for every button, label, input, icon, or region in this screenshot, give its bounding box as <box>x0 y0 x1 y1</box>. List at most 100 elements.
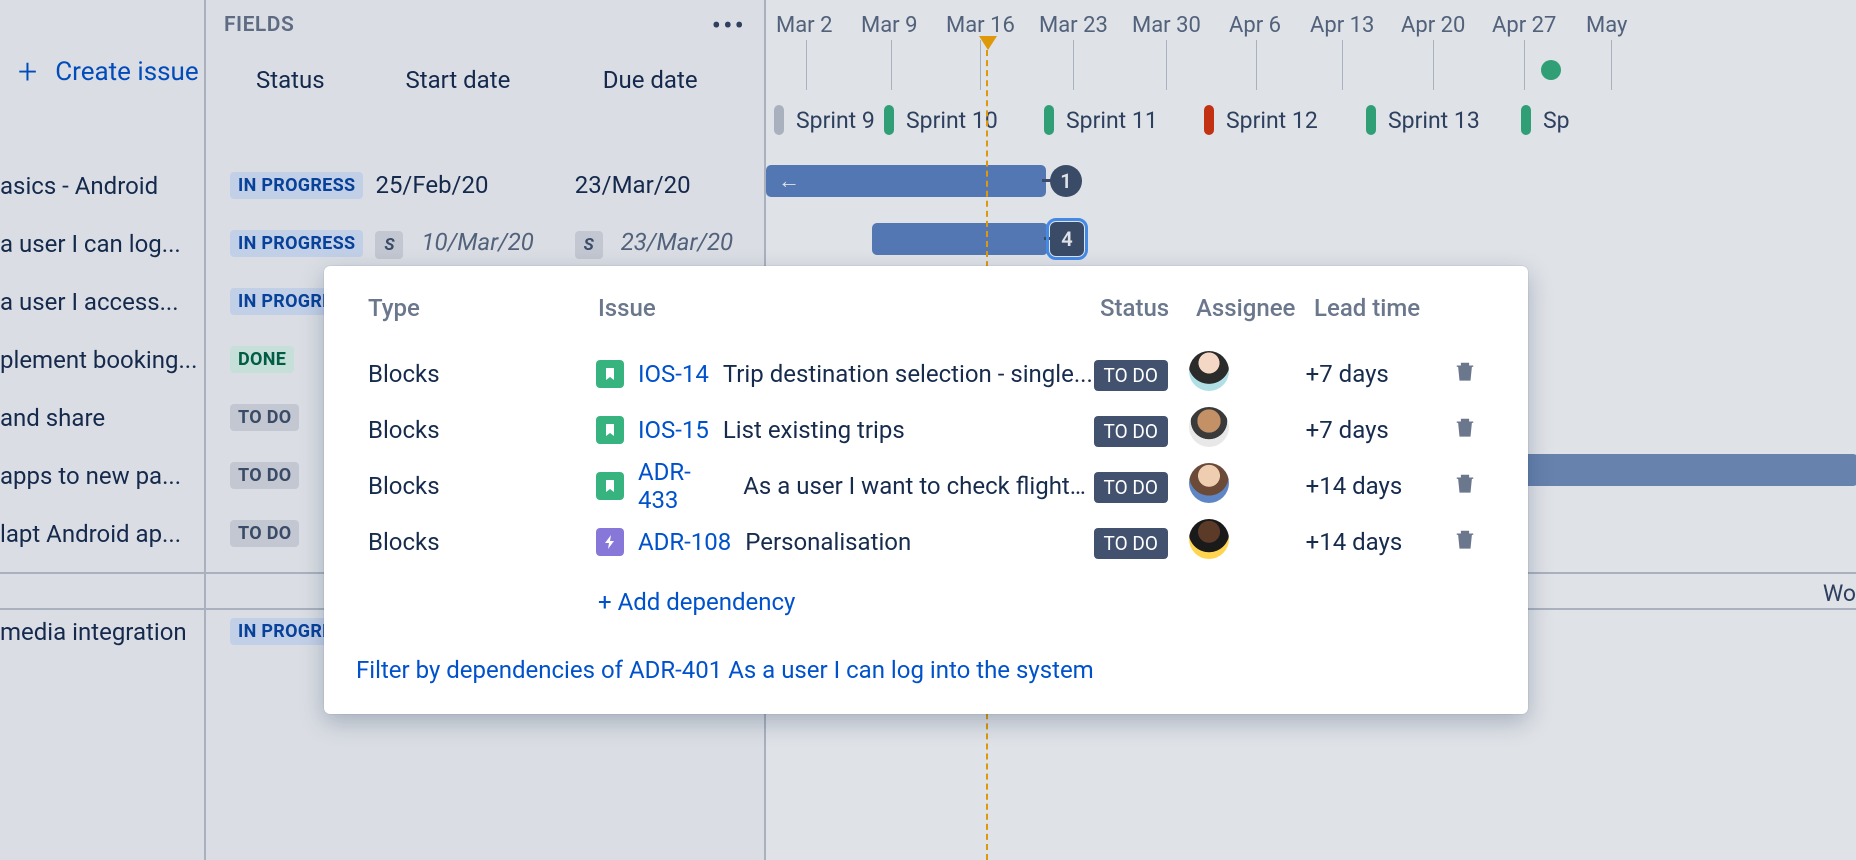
gantt-row: ← 1 <box>766 165 1856 205</box>
dependency-count-badge[interactable]: 1 <box>1050 165 1082 197</box>
dependency-issue[interactable]: IOS-14 Trip destination selection - sing… <box>596 360 1094 388</box>
issue-summary: As a user I want to check flights... <box>743 472 1093 500</box>
popup-header-issue: Issue <box>598 294 1100 322</box>
status-badge[interactable]: TO DO <box>230 520 299 547</box>
issue-row[interactable]: asics - Android <box>0 156 204 214</box>
dependency-count-badge[interactable]: 4 <box>1050 222 1084 256</box>
sprint-label[interactable]: Sprint 11 <box>1044 100 1158 140</box>
filter-by-dependencies-link[interactable]: Filter by dependencies of ADR-401 As a u… <box>356 656 1484 684</box>
date-tick: Apr 13 <box>1310 13 1374 38</box>
delete-dependency-button[interactable] <box>1454 360 1484 388</box>
field-row: IN PROGRESS S10/Mar/20 S23/Mar/20 <box>206 214 764 272</box>
story-icon <box>596 472 624 500</box>
dependency-row: Blocks ADR-433 As a user I want to check… <box>368 458 1484 514</box>
dependency-issue[interactable]: ADR-433 As a user I want to check flight… <box>596 458 1094 514</box>
column-header-start[interactable]: Start date <box>375 66 574 94</box>
sprint-label[interactable]: Sprint 9 <box>774 100 875 140</box>
dependency-assignee[interactable] <box>1189 519 1306 565</box>
dependency-assignee[interactable] <box>1189 463 1306 509</box>
issue-row[interactable]: apps to new pa... <box>0 446 204 504</box>
status-badge[interactable]: TO DO <box>1094 528 1168 559</box>
due-date-cell[interactable]: S23/Mar/20 <box>575 228 764 259</box>
issue-row[interactable]: a user I access... <box>0 272 204 330</box>
popup-header-status: Status <box>1100 294 1196 322</box>
avatar <box>1189 463 1229 503</box>
popup-header-lead: Lead time <box>1314 294 1464 322</box>
date-tick: Mar 16 <box>946 13 1015 38</box>
column-header-due[interactable]: Due date <box>575 66 764 94</box>
status-badge[interactable]: DONE <box>230 346 294 373</box>
timeline-date-header: Mar 2 Mar 9 Mar 16 Mar 23 Mar 30 Apr 6 A… <box>766 0 1856 40</box>
issue-row[interactable]: lapt Android ap... <box>0 504 204 562</box>
issue-key[interactable]: IOS-14 <box>638 360 709 388</box>
issue-summary: Trip destination selection - single... <box>723 360 1093 388</box>
date-tick: Mar 23 <box>1039 13 1108 38</box>
dependency-issue[interactable]: IOS-15 List existing trips <box>596 416 1094 444</box>
column-header-status[interactable]: Status <box>206 66 375 94</box>
sprint-status-icon <box>884 105 894 135</box>
sprint-label[interactable]: Sprint 10 <box>884 100 998 140</box>
story-icon <box>596 360 624 388</box>
dependency-assignee[interactable] <box>1189 351 1306 397</box>
today-marker-icon <box>979 36 997 50</box>
sprint-label[interactable]: Sp <box>1521 100 1570 140</box>
dependency-type[interactable]: Blocks <box>368 360 596 388</box>
delete-dependency-button[interactable] <box>1454 472 1484 500</box>
status-badge[interactable]: TO DO <box>1094 416 1168 447</box>
gantt-bar[interactable]: ← 1 <box>766 165 1046 197</box>
dependency-type[interactable]: Blocks <box>368 528 596 556</box>
dependencies-popup: Type Issue Status Assignee Lead time Blo… <box>324 266 1528 714</box>
date-tick: Apr 27 <box>1492 13 1556 38</box>
dependency-row: Blocks IOS-14 Trip destination selection… <box>368 346 1484 402</box>
status-badge[interactable]: IN PROGRESS <box>230 230 363 257</box>
field-row: IN PROGRESS 25/Feb/20 23/Mar/20 <box>206 156 764 214</box>
create-issue-label: Create issue <box>55 57 198 87</box>
status-badge[interactable]: TO DO <box>230 462 299 489</box>
create-issue-button[interactable]: + Create issue <box>0 0 204 96</box>
date-tick: Apr 20 <box>1401 13 1465 38</box>
dependency-row: Blocks IOS-15 List existing trips TO DO … <box>368 402 1484 458</box>
issue-row[interactable]: and share <box>0 388 204 446</box>
due-date-cell[interactable]: 23/Mar/20 <box>575 171 764 199</box>
dependency-type[interactable]: Blocks <box>368 472 596 500</box>
issue-key[interactable]: IOS-15 <box>638 416 709 444</box>
sprint-label[interactable]: Sprint 12 <box>1204 100 1318 140</box>
fields-header-title: FIELDS <box>224 13 294 37</box>
status-badge[interactable]: TO DO <box>1094 472 1168 503</box>
start-date-cell[interactable]: S10/Mar/20 <box>375 228 574 259</box>
start-date-cell[interactable]: 25/Feb/20 <box>375 171 574 199</box>
dependency-type[interactable]: Blocks <box>368 416 596 444</box>
issue-row[interactable]: media integration <box>0 602 204 660</box>
issue-key[interactable]: ADR-108 <box>638 528 731 556</box>
gantt-row: 4 <box>766 223 1856 263</box>
more-icon[interactable]: ••• <box>712 9 746 42</box>
sprint-status-icon <box>774 105 784 135</box>
issue-row[interactable]: plement booking... <box>0 330 204 388</box>
sprint-status-icon <box>1204 105 1214 135</box>
arrow-left-icon: ← <box>766 168 800 194</box>
gantt-bar[interactable]: 4 <box>872 223 1048 255</box>
delete-dependency-button[interactable] <box>1454 416 1484 444</box>
status-badge[interactable]: IN PROGRESS <box>230 172 363 199</box>
epic-icon <box>596 528 624 556</box>
story-icon <box>596 416 624 444</box>
status-badge[interactable]: TO DO <box>230 404 299 431</box>
date-tick: Apr 6 <box>1229 13 1281 38</box>
dependency-assignee[interactable] <box>1189 407 1306 453</box>
dependency-lead-time: +7 days <box>1306 416 1455 444</box>
truncated-label: Wo <box>1823 580 1856 607</box>
popup-header-type: Type <box>368 294 598 322</box>
sprint-status-icon <box>1044 105 1054 135</box>
gantt-bar[interactable] <box>1498 454 1856 486</box>
issue-row[interactable]: a user I can log... <box>0 214 204 272</box>
add-dependency-button[interactable]: + Add dependency <box>598 588 1484 616</box>
dependency-issue[interactable]: ADR-108 Personalisation <box>596 528 1094 556</box>
avatar <box>1189 407 1229 447</box>
release-marker-icon[interactable] <box>1541 60 1561 80</box>
delete-dependency-button[interactable] <box>1454 528 1484 556</box>
status-badge[interactable]: TO DO <box>1094 360 1168 391</box>
issue-key[interactable]: ADR-433 <box>638 458 729 514</box>
dependency-lead-time: +7 days <box>1306 360 1455 388</box>
sprint-label[interactable]: Sprint 13 <box>1366 100 1480 140</box>
sprint-status-icon <box>1366 105 1376 135</box>
